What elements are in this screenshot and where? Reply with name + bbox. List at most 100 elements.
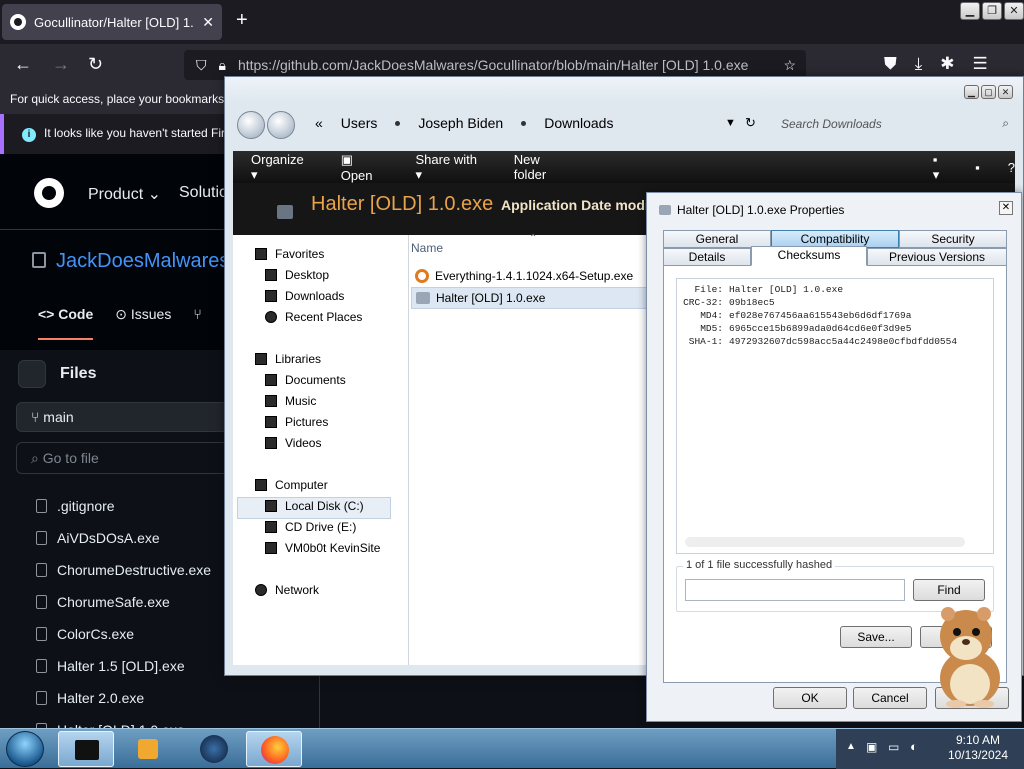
- close-tab-icon[interactable]: ✕: [202, 14, 214, 31]
- ok-button[interactable]: OK: [773, 687, 847, 709]
- share-with-button[interactable]: Share with ▾: [416, 152, 486, 183]
- breadcrumb-separator[interactable]: [395, 120, 401, 126]
- close-window-button[interactable]: ✕: [1004, 2, 1024, 20]
- restore-button[interactable]: ❐: [982, 2, 1002, 20]
- tray-expand-icon[interactable]: ▲: [846, 741, 856, 752]
- nav-computer[interactable]: Computer: [255, 478, 328, 492]
- tracking-shield-icon[interactable]: ⛉: [196, 57, 207, 74]
- file-row[interactable]: Everything-1.4.1.1024.x64-Setup.exe: [411, 265, 651, 287]
- url-text[interactable]: https://github.com/JackDoesMalwares/Gocu…: [238, 57, 771, 73]
- nav-pictures[interactable]: Pictures: [265, 415, 328, 429]
- tab-code[interactable]: <> Code: [38, 306, 94, 340]
- preview-pane-icon[interactable]: ▪: [975, 160, 980, 175]
- help-icon[interactable]: ?: [1008, 160, 1015, 175]
- network-tray-icon[interactable]: ▭: [888, 740, 899, 754]
- nav-favorites[interactable]: Favorites: [255, 247, 324, 261]
- file-item[interactable]: AiVDsDOsA.exe: [36, 522, 211, 554]
- dialog-close-button[interactable]: ✕: [999, 201, 1013, 215]
- taskbar-app-firefox[interactable]: [246, 731, 302, 767]
- nav-documents[interactable]: Documents: [265, 373, 346, 387]
- nav-libraries[interactable]: Libraries: [255, 352, 321, 366]
- address-dropdown-icon[interactable]: ▼: [725, 117, 736, 129]
- repo-owner-link[interactable]: JackDoesMalwares: [56, 250, 229, 273]
- organize-button[interactable]: Organize ▾: [251, 152, 313, 183]
- extensions-icon[interactable]: ✱: [940, 54, 954, 74]
- hash-line: CRC-32: 09b18ec5: [683, 297, 775, 308]
- view-options-icon[interactable]: ▪ ▾: [933, 152, 947, 183]
- taskbar-app-explorer[interactable]: [58, 731, 114, 767]
- breadcrumb-users[interactable]: Users: [341, 115, 378, 131]
- file-row-selected[interactable]: Halter [OLD] 1.0.exe: [411, 287, 651, 309]
- hash-output[interactable]: File: Halter [OLD] 1.0.exe CRC-32: 09b18ec…: [676, 278, 994, 554]
- repo-icon: [32, 252, 46, 268]
- forward-orb-button[interactable]: [267, 111, 295, 139]
- forward-arrow-icon[interactable]: →: [52, 54, 70, 74]
- nav-desktop[interactable]: Desktop: [265, 268, 329, 282]
- breadcrumb-overflow[interactable]: «: [315, 115, 323, 131]
- address-bar: « Users Joseph Biden Downloads ▼ ↻ Searc…: [225, 103, 1023, 151]
- explorer-close-button[interactable]: ✕: [998, 85, 1013, 99]
- taskbar-app-media-player[interactable]: [118, 731, 174, 767]
- search-downloads-input[interactable]: Search Downloads ⌕: [773, 115, 1015, 137]
- lock-icon[interactable]: 🔒︎: [219, 57, 226, 74]
- nav-videos[interactable]: Videos: [265, 436, 321, 450]
- tab-issues[interactable]: ⊙ Issues: [115, 306, 171, 340]
- nav-product[interactable]: Product ⌄: [88, 184, 161, 204]
- nav-downloads[interactable]: Downloads: [265, 289, 344, 303]
- clock[interactable]: 9:10 AM 10/13/2024: [948, 733, 1008, 763]
- file-item[interactable]: ChorumeSafe.exe: [36, 586, 211, 618]
- cancel-button[interactable]: Cancel: [853, 687, 927, 709]
- browser-tab[interactable]: Gocullinator/Halter [OLD] 1.0.exe ✕: [2, 4, 222, 40]
- tab-details[interactable]: Details: [663, 248, 751, 266]
- file-item[interactable]: Halter 2.0.exe: [36, 682, 211, 714]
- find-button[interactable]: Find: [913, 579, 985, 601]
- back-arrow-icon[interactable]: ←: [14, 54, 32, 74]
- nav-local-disk[interactable]: Local Disk (C:): [265, 499, 364, 513]
- back-orb-button[interactable]: [237, 111, 265, 139]
- volume-icon[interactable]: ◐: [910, 739, 918, 754]
- tab-previous-versions[interactable]: Previous Versions: [867, 248, 1007, 266]
- breadcrumb-user[interactable]: Joseph Biden: [418, 115, 503, 131]
- nav-music[interactable]: Music: [265, 394, 316, 408]
- new-folder-button[interactable]: New folder: [514, 152, 575, 182]
- breadcrumb-separator[interactable]: [521, 120, 527, 126]
- collapse-sidebar-button[interactable]: [18, 360, 46, 388]
- reload-icon[interactable]: ↻: [88, 54, 103, 74]
- minimize-button[interactable]: ▁: [960, 2, 980, 20]
- download-icon[interactable]: ⤓: [915, 54, 923, 74]
- tab-security[interactable]: Security: [899, 230, 1007, 248]
- explorer-maximize-button[interactable]: ▢: [981, 85, 996, 99]
- github-logo-icon[interactable]: [34, 178, 64, 208]
- file-item[interactable]: ChorumeDestructive.exe: [36, 554, 211, 586]
- explorer-minimize-button[interactable]: ▁: [964, 85, 979, 99]
- menu-icon[interactable]: ☰: [973, 54, 988, 74]
- nav-cd-drive[interactable]: CD Drive (E:): [265, 520, 356, 534]
- vertical-scrollbar[interactable]: [981, 285, 989, 535]
- bookmark-star-icon[interactable]: ☆: [783, 57, 806, 74]
- taskbar-app-globe[interactable]: [186, 731, 242, 767]
- find-input[interactable]: [685, 579, 905, 601]
- nav-recent-places[interactable]: Recent Places: [265, 310, 362, 324]
- media-player-icon: [138, 739, 158, 759]
- nav-vm-share[interactable]: VM0b0t KevinSite: [265, 541, 380, 555]
- file-item[interactable]: Halter 1.5 [OLD].exe: [36, 650, 211, 682]
- system-tray: ▲ ▣ ▭ ◐ 9:10 AM 10/13/2024: [836, 729, 1024, 769]
- file-item[interactable]: .gitignore: [36, 490, 211, 522]
- horizontal-scrollbar[interactable]: [685, 537, 965, 547]
- search-icon[interactable]: ⌕: [1002, 116, 1009, 131]
- hash-line: MD5: 6965cce15b6899ada0d64cd6e0f3d9e5: [700, 323, 912, 334]
- tray-app-icon[interactable]: ▣: [866, 740, 877, 754]
- new-tab-button[interactable]: +: [236, 10, 248, 30]
- pull-requests-icon[interactable]: ⑂: [193, 306, 201, 340]
- command-bar: Organize ▾ ▣ Open Share with ▾ New folde…: [233, 151, 1015, 183]
- breadcrumb-downloads[interactable]: Downloads: [544, 115, 613, 131]
- start-button[interactable]: [6, 731, 44, 767]
- refresh-icon[interactable]: ↻: [745, 115, 756, 131]
- file-item[interactable]: ColorCs.exe: [36, 618, 211, 650]
- open-button[interactable]: ▣ Open: [341, 152, 388, 183]
- column-header-name[interactable]: Name: [411, 241, 443, 255]
- save-button[interactable]: Save...: [840, 626, 912, 648]
- pocket-icon[interactable]: ⛊: [884, 54, 897, 74]
- nav-network[interactable]: Network: [255, 583, 319, 597]
- tab-checksums[interactable]: Checksums: [751, 246, 867, 266]
